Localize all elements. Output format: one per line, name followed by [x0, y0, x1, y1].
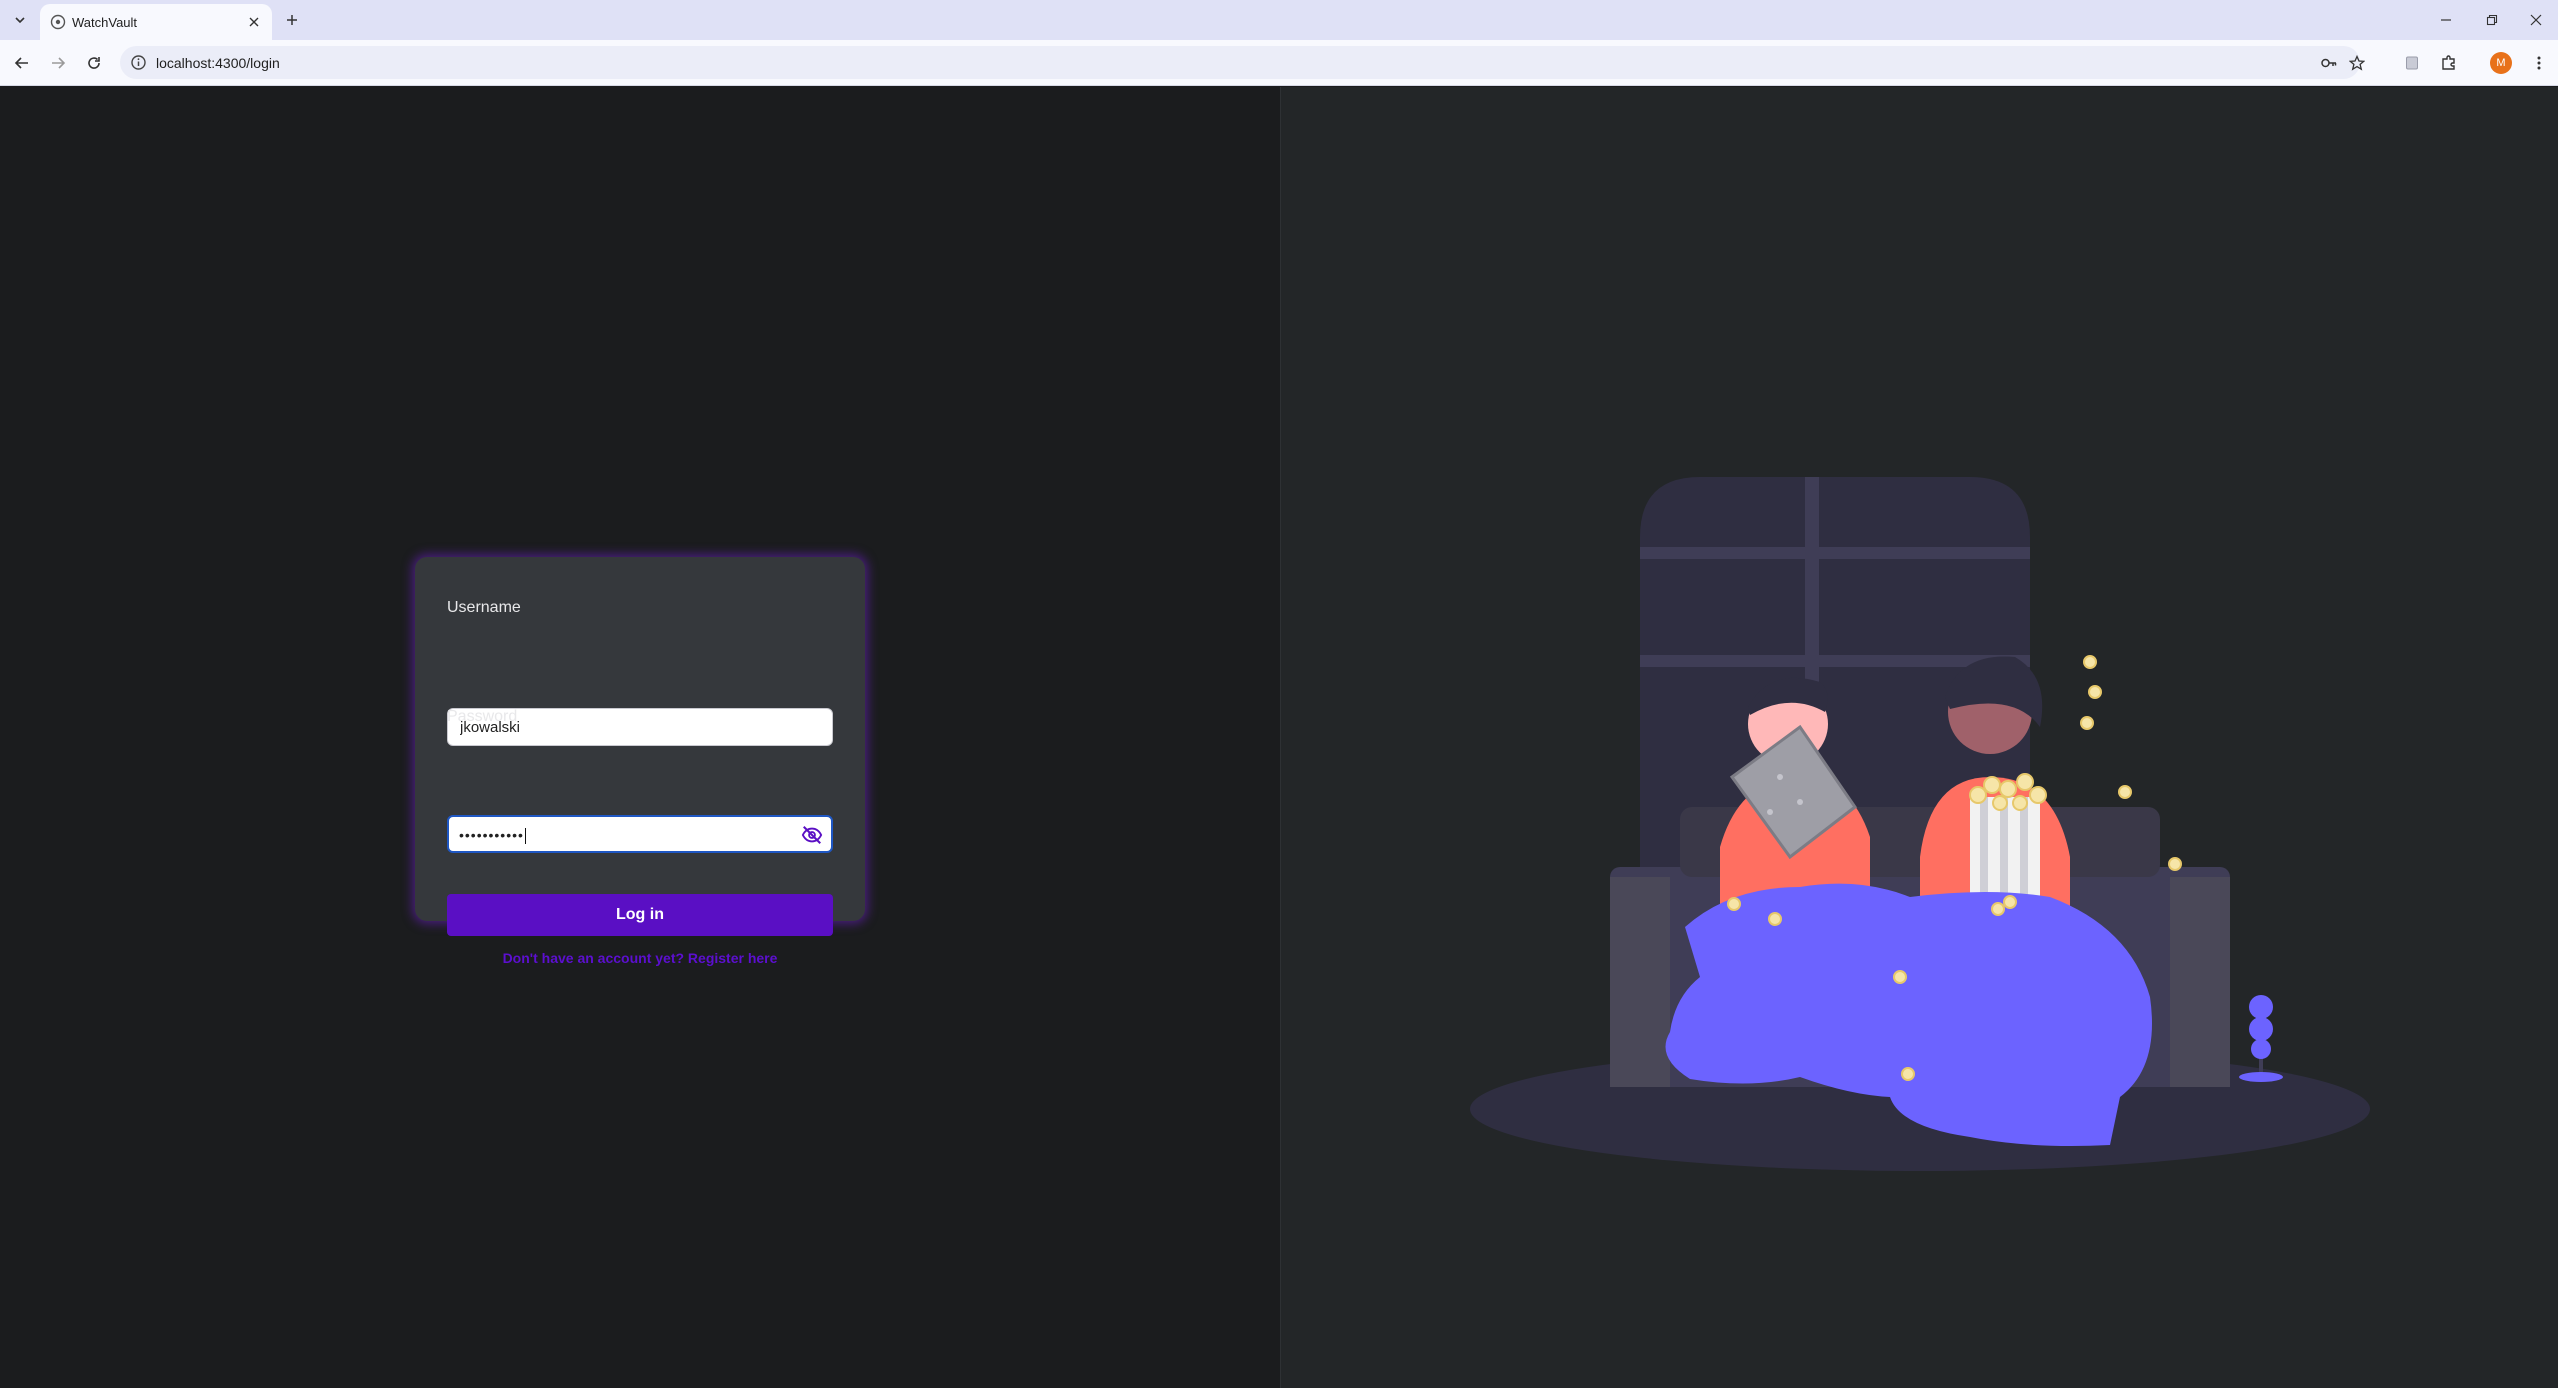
reload-icon [88, 57, 100, 69]
username-label: Username [447, 599, 521, 616]
back-button[interactable] [10, 51, 34, 75]
close-icon [249, 17, 259, 27]
login-button[interactable]: Log in [447, 894, 833, 936]
movie-night-illustration [1470, 477, 2370, 1171]
reading-list-button[interactable] [2401, 52, 2423, 74]
app-favicon-icon [50, 14, 66, 30]
restore-icon [2486, 14, 2498, 26]
text-caret [524, 828, 526, 845]
password-label: Password [447, 708, 518, 725]
address-bar[interactable]: localhost:4300/login [120, 46, 2365, 79]
tab-search-button[interactable] [8, 8, 32, 32]
puzzle-icon [2442, 55, 2455, 70]
web-page: Username Password ••••••••••• Log in Don… [0, 87, 2558, 1388]
minimize-window-button[interactable] [2428, 6, 2464, 34]
register-link[interactable]: Don't have an account yet? Register here [415, 950, 865, 966]
eye-off-icon [801, 826, 823, 844]
password-input[interactable]: ••••••••••• [447, 815, 833, 853]
star-icon [2349, 55, 2365, 71]
login-pane: Username Password ••••••••••• Log in Don… [0, 87, 1280, 1388]
browser-tab-active[interactable]: WatchVault [40, 4, 272, 40]
password-masked-text: ••••••••••• [459, 827, 524, 843]
minimize-icon [2441, 19, 2451, 21]
bookmark-button[interactable] [2348, 54, 2366, 72]
arrow-right-icon [52, 57, 66, 69]
forward-button[interactable] [46, 51, 70, 75]
tab-close-button[interactable] [244, 12, 264, 32]
browser-menu-button[interactable] [2528, 52, 2550, 74]
restore-window-button[interactable] [2474, 6, 2510, 34]
browser-tab-strip: WatchVault [0, 0, 2558, 40]
close-icon [2530, 14, 2542, 26]
url-text[interactable]: localhost:4300/login [156, 55, 280, 71]
arrow-left-icon [14, 57, 28, 69]
chevron-down-icon [15, 17, 25, 24]
plus-icon [287, 15, 297, 25]
key-icon [2321, 58, 2337, 68]
password-manager-button[interactable] [2320, 54, 2338, 72]
profile-avatar[interactable]: M [2490, 52, 2512, 74]
tab-title: WatchVault [72, 15, 138, 30]
close-window-button[interactable] [2518, 6, 2554, 34]
sidepanel-icon [2406, 56, 2418, 70]
password-value: ••••••••••• [459, 827, 526, 845]
reload-button[interactable] [82, 51, 106, 75]
extensions-button[interactable] [2438, 52, 2460, 74]
login-card: Username Password ••••••••••• Log in Don… [415, 557, 865, 966]
site-info-icon[interactable] [130, 54, 147, 71]
password-visibility-toggle[interactable] [801, 824, 823, 846]
kebab-menu-icon [2537, 56, 2541, 70]
browser-toolbar: localhost:4300/login [0, 40, 2558, 86]
new-tab-button[interactable] [280, 8, 304, 32]
